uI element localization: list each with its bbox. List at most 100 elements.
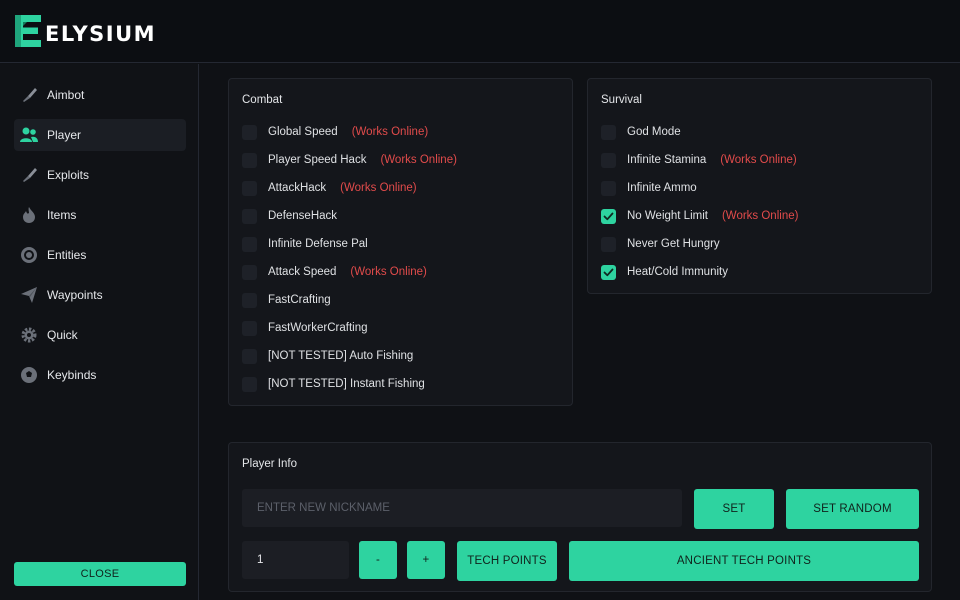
- checkmark-icon: [603, 212, 614, 220]
- checkbox[interactable]: [601, 152, 616, 168]
- combat-title: Combat: [242, 94, 283, 106]
- works-online-note: (Works Online): [721, 210, 799, 222]
- sidebar-item-label: Waypoints: [47, 288, 103, 302]
- sidebar-item-label: Items: [47, 208, 77, 222]
- option-label: Infinite Stamina: [627, 154, 707, 166]
- knife-icon: [19, 85, 39, 105]
- sidebar-item-items[interactable]: Items: [14, 199, 186, 231]
- nickname-input[interactable]: [242, 489, 682, 527]
- elysium-e-logo-icon: [13, 14, 43, 53]
- checkbox[interactable]: [242, 320, 257, 336]
- sidebar-item-entities[interactable]: Entities: [14, 239, 186, 271]
- set-nickname-button[interactable]: SET: [694, 489, 774, 529]
- sidebar-item-player[interactable]: Player: [14, 119, 186, 151]
- decrement-button[interactable]: -: [359, 541, 397, 579]
- combat-option-attackhack[interactable]: AttackHack (Works Online): [242, 180, 417, 196]
- works-online-note: (Works Online): [351, 126, 429, 138]
- option-label: FastCrafting: [268, 294, 331, 306]
- tech-points-button[interactable]: TECH POINTS: [457, 541, 557, 581]
- tech-points-amount-input[interactable]: [242, 541, 349, 579]
- fire-icon: [19, 205, 39, 225]
- sidebar-item-label: Player: [47, 128, 82, 142]
- ancient-tech-points-button[interactable]: ANCIENT TECH POINTS: [569, 541, 919, 581]
- survival-option-infinite-stamina[interactable]: Infinite Stamina (Works Online): [601, 152, 797, 168]
- option-label: Attack Speed: [268, 266, 337, 278]
- option-label: Infinite Defense Pal: [268, 238, 368, 250]
- gear-icon: [19, 325, 39, 345]
- option-label: DefenseHack: [268, 210, 338, 222]
- player-info-panel: Player Info SET SET RANDOM - + TECH POIN…: [228, 442, 932, 592]
- sidebar-item-exploits[interactable]: Exploits: [14, 159, 186, 191]
- survival-option-no-weight-limit[interactable]: No Weight Limit (Works Online): [601, 208, 798, 224]
- option-label: [NOT TESTED] Auto Fishing: [268, 350, 414, 362]
- option-label: FastWorkerCrafting: [268, 322, 368, 334]
- checkbox[interactable]: [601, 124, 616, 140]
- checkbox-checked[interactable]: [601, 264, 616, 280]
- close-button[interactable]: CLOSE: [14, 562, 186, 586]
- checkbox[interactable]: [242, 124, 257, 140]
- sidebar-item-label: Keybinds: [47, 368, 97, 382]
- checkbox[interactable]: [242, 376, 257, 392]
- survival-option-god-mode[interactable]: God Mode: [601, 124, 681, 140]
- sidebar-item-waypoints[interactable]: Waypoints: [14, 279, 186, 311]
- checkbox[interactable]: [242, 152, 257, 168]
- target-icon: [19, 245, 39, 265]
- sidebar-item-quick[interactable]: Quick: [14, 319, 186, 351]
- increment-button[interactable]: +: [407, 541, 445, 579]
- checkbox[interactable]: [242, 264, 257, 280]
- brand-name: ELYSIUM: [45, 21, 157, 46]
- checkbox-checked[interactable]: [601, 208, 616, 224]
- combat-option-fastworkercrafting[interactable]: FastWorkerCrafting: [242, 320, 367, 336]
- option-label: [NOT TESTED] Instant Fishing: [268, 378, 425, 390]
- checkbox[interactable]: [242, 208, 257, 224]
- option-label: Player Speed Hack: [268, 154, 367, 166]
- checkbox[interactable]: [601, 236, 616, 252]
- works-online-note: (Works Online): [350, 266, 427, 278]
- works-online-note: (Works Online): [340, 182, 417, 194]
- sidebar: Aimbot Player Exploits Items Entities Wa…: [0, 64, 199, 600]
- combat-option-defensehack[interactable]: DefenseHack: [242, 208, 337, 224]
- checkbox[interactable]: [242, 292, 257, 308]
- survival-title: Survival: [601, 94, 642, 106]
- survival-option-heat-cold-immunity[interactable]: Heat/Cold Immunity: [601, 264, 728, 280]
- soccer-ball-icon: [19, 365, 39, 385]
- works-online-note: (Works Online): [380, 154, 457, 166]
- option-label: Global Speed: [268, 126, 338, 138]
- sidebar-item-aimbot[interactable]: Aimbot: [14, 79, 186, 111]
- checkbox[interactable]: [242, 180, 257, 196]
- option-label: Heat/Cold Immunity: [627, 266, 728, 278]
- app-header: ELYSIUM: [0, 0, 960, 63]
- combat-option-global-speed[interactable]: Global Speed (Works Online): [242, 124, 428, 140]
- sidebar-item-label: Quick: [47, 328, 78, 342]
- survival-option-never-get-hungry[interactable]: Never Get Hungry: [601, 236, 720, 252]
- set-random-nickname-button[interactable]: SET RANDOM: [786, 489, 919, 529]
- sidebar-item-keybinds[interactable]: Keybinds: [14, 359, 186, 391]
- combat-option-fastcrafting[interactable]: FastCrafting: [242, 292, 331, 308]
- option-label: God Mode: [627, 126, 681, 138]
- survival-option-infinite-ammo[interactable]: Infinite Ammo: [601, 180, 697, 196]
- checkbox[interactable]: [242, 348, 257, 364]
- knife-icon: [19, 165, 39, 185]
- combat-option-instant-fishing[interactable]: [NOT TESTED] Instant Fishing: [242, 376, 425, 392]
- option-label: Infinite Ammo: [627, 182, 697, 194]
- option-label: Never Get Hungry: [627, 238, 720, 250]
- paper-plane-icon: [19, 285, 39, 305]
- users-icon: [19, 125, 39, 145]
- combat-option-auto-fishing[interactable]: [NOT TESTED] Auto Fishing: [242, 348, 413, 364]
- brand-logo: ELYSIUM: [13, 14, 156, 53]
- option-label: No Weight Limit: [627, 210, 708, 222]
- sidebar-item-label: Entities: [47, 248, 87, 262]
- option-label: AttackHack: [268, 182, 327, 194]
- combat-option-attack-speed[interactable]: Attack Speed (Works Online): [242, 264, 427, 280]
- checkmark-icon: [603, 268, 614, 276]
- combat-panel: Combat Global Speed (Works Online) Playe…: [228, 78, 573, 406]
- sidebar-item-label: Exploits: [47, 168, 90, 182]
- player-info-title: Player Info: [242, 458, 297, 470]
- combat-option-player-speed-hack[interactable]: Player Speed Hack (Works Online): [242, 152, 457, 168]
- checkbox[interactable]: [601, 180, 616, 196]
- checkbox[interactable]: [242, 236, 257, 252]
- survival-panel: Survival God Mode Infinite Stamina (Work…: [587, 78, 932, 294]
- sidebar-item-label: Aimbot: [47, 88, 85, 102]
- works-online-note: (Works Online): [720, 154, 797, 166]
- combat-option-infinite-defense-pal[interactable]: Infinite Defense Pal: [242, 236, 368, 252]
